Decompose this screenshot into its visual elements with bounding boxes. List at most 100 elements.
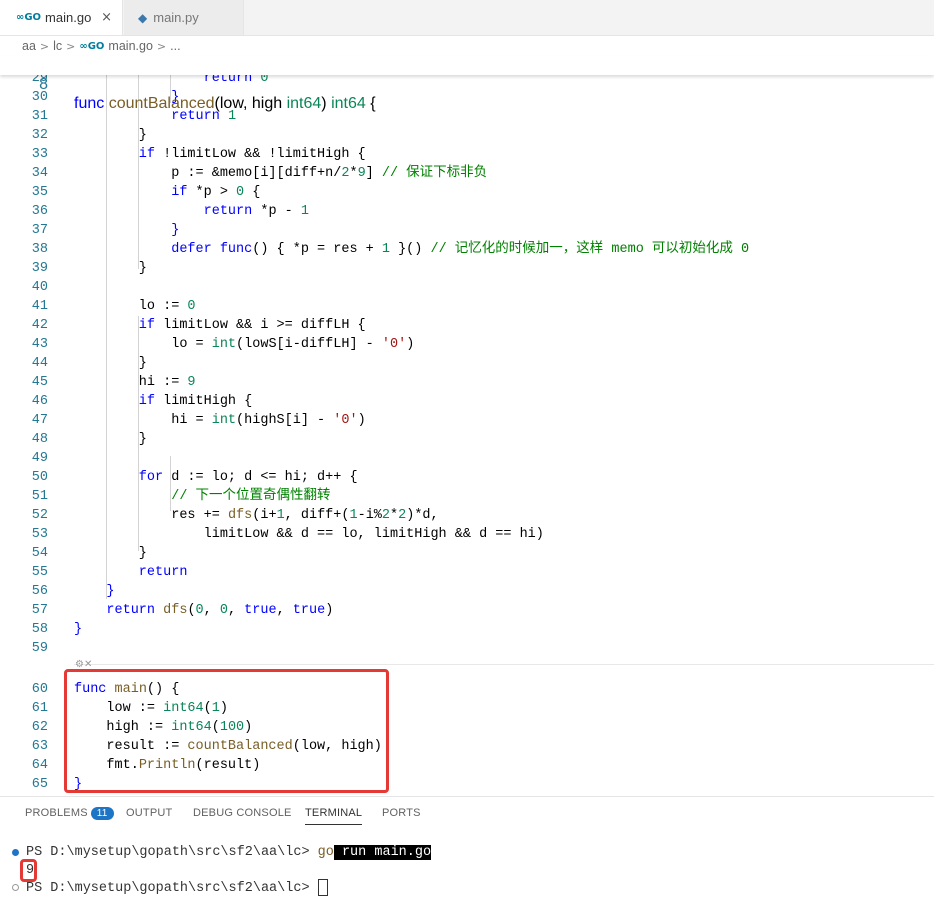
code-text: res += dfs(i+1, diff+(1-i%2*2)*d, [74, 506, 438, 525]
code-line[interactable]: 56 } [0, 582, 934, 601]
terminal-cursor [317, 879, 328, 896]
code-line[interactable]: 58} [0, 620, 934, 639]
code-token: 9 [187, 375, 196, 390]
code-text: lo := 0 [74, 297, 196, 316]
code-line[interactable]: 42 if limitLow && i >= diffLH { [0, 316, 934, 335]
code-line[interactable]: 35 if *p > 0 { [0, 183, 934, 202]
code-line[interactable]: 57 return dfs(0, 0, true, true) [0, 601, 934, 620]
code-token: if [74, 147, 164, 162]
code-line[interactable]: 45 hi := 9 [0, 373, 934, 392]
code-token: dfs [163, 603, 188, 618]
line-number: 51 [31, 489, 48, 504]
code-line[interactable]: 40 [0, 278, 934, 297]
code-line[interactable]: 39 } [0, 259, 934, 278]
code-text: return dfs(0, 0, true, true) [74, 601, 333, 620]
code-token: ] [365, 166, 382, 181]
code-token: for [74, 470, 172, 485]
code-line[interactable]: 44 } [0, 354, 934, 373]
code-token: } [74, 223, 180, 238]
code-token: (i+ [252, 508, 277, 523]
breadcrumb-item[interactable]: lc [53, 39, 62, 53]
breadcrumb-item[interactable]: ... [170, 39, 180, 53]
tab-ports[interactable]: PORTS [382, 807, 421, 819]
code-line[interactable]: 33 if !limitLow && !limitHigh { [0, 145, 934, 164]
code-token: p := &memo[i][diff+n/ [74, 166, 342, 181]
code-token: true [292, 603, 326, 618]
code-token: res += [74, 508, 228, 523]
code-line[interactable]: 50 for d := lo; d <= hi; d++ { [0, 468, 934, 487]
editor-tab-bar: ∞GO main.go × ◆ main.py [0, 0, 934, 36]
code-text: for d := lo; d <= hi; d++ { [74, 468, 358, 487]
code-token: !limitLow && !limitHigh { [163, 147, 366, 162]
code-line[interactable]: 49 [0, 449, 934, 468]
line-number: 59 [31, 641, 48, 656]
indent-guide [170, 456, 171, 511]
go-file-icon: ∞GO [79, 40, 105, 52]
code-token: countBalanced [108, 95, 215, 112]
tab-terminal[interactable]: TERMINAL [305, 807, 363, 825]
code-token: hi = [74, 413, 212, 428]
code-token: } [74, 622, 83, 637]
code-line[interactable]: 55 return [0, 563, 934, 582]
code-token: func [74, 95, 109, 112]
code-token: 1 [381, 242, 390, 257]
code-line[interactable]: 41 lo := 0 [0, 297, 934, 316]
code-line[interactable]: 37 } [0, 221, 934, 240]
line-number: 48 [31, 432, 48, 447]
breadcrumb-item[interactable]: aa [22, 39, 36, 53]
code-line[interactable]: 51 // 下一个位置奇偶性翻转 [0, 487, 934, 506]
code-line[interactable]: 32 } [0, 126, 934, 145]
code-token: 1 [349, 508, 358, 523]
code-token: limitLow && i >= diffLH { [163, 318, 366, 333]
code-line[interactable]: 54 } [0, 544, 934, 563]
line-number: 47 [31, 413, 48, 428]
section-divider [74, 664, 934, 665]
code-token: } [74, 546, 147, 561]
command-pending-dot-icon[interactable] [12, 884, 19, 891]
terminal-line: PS D:\mysetup\gopath\src\sf2\aa\lc> go r… [26, 845, 432, 860]
code-token: * [390, 508, 399, 523]
code-line[interactable]: 53 limitLow && d == lo, limitHigh && d =… [0, 525, 934, 544]
tab-output[interactable]: OUTPUT [126, 807, 172, 819]
code-text: func countBalanced(low, high int64) int6… [74, 94, 376, 113]
code-token: } [74, 432, 147, 447]
code-line[interactable]: 43 lo = int(lowS[i-diffLH] - '0') [0, 335, 934, 354]
line-number: 63 [31, 739, 48, 754]
command-success-dot-icon[interactable] [12, 849, 19, 856]
tab-label: main.py [153, 10, 199, 25]
code-token: , [203, 603, 220, 618]
code-token: true [244, 603, 277, 618]
sticky-scroll-header[interactable]: 8 func countBalanced(low, high int64) in… [0, 56, 934, 112]
tab-debug-console[interactable]: DEBUG CONSOLE [193, 807, 292, 819]
code-line[interactable]: 47 hi = int(highS[i] - '0') [0, 411, 934, 430]
line-number: 40 [31, 280, 48, 295]
code-line[interactable]: 46 if limitHigh { [0, 392, 934, 411]
code-token: lo = [74, 337, 212, 352]
code-line[interactable]: 36 return *p - 1 [0, 202, 934, 221]
code-token: 9 [357, 166, 366, 181]
code-token: 0 [236, 185, 245, 200]
code-text: lo = int(lowS[i-diffLH] - '0') [74, 335, 414, 354]
tab-main-py[interactable]: ◆ main.py [124, 0, 244, 35]
code-line[interactable]: 48 } [0, 430, 934, 449]
breadcrumb-item[interactable]: main.go [108, 39, 152, 53]
line-number: 50 [31, 470, 48, 485]
code-line[interactable]: 59 [0, 639, 934, 658]
tab-problems[interactable]: PROBLEMS 11 [25, 807, 114, 820]
code-token: d := lo; d <= hi; d++ { [171, 470, 358, 485]
code-token: } [74, 584, 115, 599]
line-number: 37 [31, 223, 48, 238]
line-number: 34 [31, 166, 48, 181]
code-text: } [74, 259, 147, 278]
code-token: limitHigh { [163, 394, 253, 409]
problems-count-badge: 11 [90, 807, 114, 820]
tab-main-go[interactable]: ∞GO main.go × [0, 0, 123, 35]
code-token: ) [321, 95, 332, 112]
code-line[interactable]: 34 p := &memo[i][diff+n/2*9] // 保证下标非负 [0, 164, 934, 183]
code-token: return [74, 204, 261, 219]
close-icon[interactable]: × [101, 10, 112, 25]
chevron-right-icon: > [66, 39, 76, 53]
terminal-line[interactable]: PS D:\mysetup\gopath\src\sf2\aa\lc> [26, 879, 328, 896]
code-line[interactable]: 38 defer func() { *p = res + 1 }() // 记忆… [0, 240, 934, 259]
code-line[interactable]: 52 res += dfs(i+1, diff+(1-i%2*2)*d, [0, 506, 934, 525]
